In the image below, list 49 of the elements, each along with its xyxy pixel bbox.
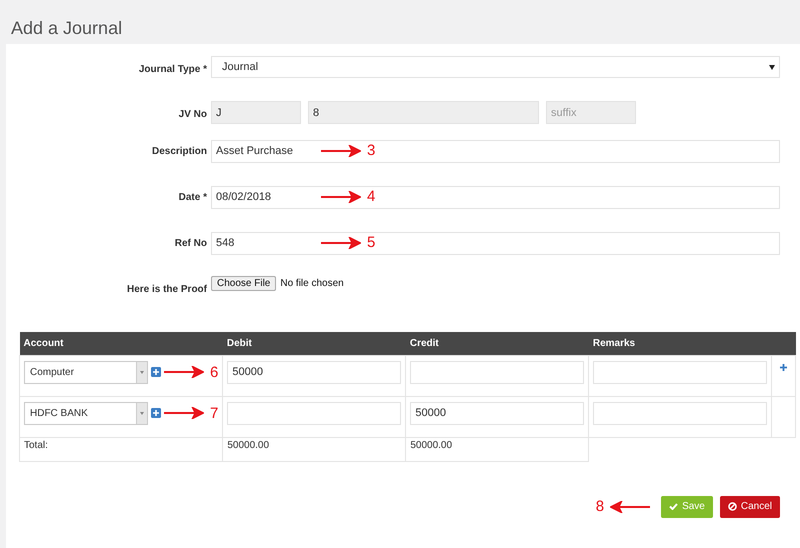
journal-type-select[interactable]: Journal <box>211 56 780 78</box>
jv-number-field[interactable]: suffix <box>546 101 636 124</box>
annotation-number: 6 <box>210 364 218 380</box>
total-label: Total: <box>24 440 48 450</box>
field-label: Journal Type * <box>138 64 207 75</box>
field-label: Description <box>152 146 207 157</box>
column-header: Remarks <box>588 332 772 355</box>
jv-number-field[interactable]: 8 <box>308 101 539 124</box>
left-arrow-icon <box>610 500 650 512</box>
add-account-icon[interactable] <box>151 408 161 418</box>
column-header: Debit <box>222 332 406 355</box>
jv-number-field[interactable]: J <box>211 101 301 124</box>
total-debit: 50000.00 <box>227 440 270 450</box>
annotation-number: 3 <box>367 143 376 158</box>
right-arrow-icon <box>321 144 361 156</box>
account-select[interactable]: HDFC BANK <box>24 402 148 424</box>
annotation-number: 5 <box>367 235 376 250</box>
credit-field[interactable] <box>410 360 584 384</box>
page-title: Add a Journal <box>11 16 122 40</box>
remarks-field[interactable] <box>593 402 768 424</box>
column-header: Credit <box>406 332 589 355</box>
add-row-icon[interactable] <box>780 364 788 370</box>
total-credit: 50000.00 <box>410 440 452 450</box>
ban-icon <box>728 502 737 511</box>
credit-field[interactable]: 50000 <box>410 402 584 424</box>
right-arrow-icon <box>321 236 361 248</box>
choose-file-button[interactable]: Choose File <box>211 276 276 291</box>
annotation-number: 7 <box>210 406 218 420</box>
debit-field[interactable]: 50000 <box>227 360 402 384</box>
field-label: JV No <box>178 109 207 120</box>
cancel-button[interactable]: Cancel <box>720 496 780 518</box>
annotation-number: 4 <box>367 189 376 204</box>
right-arrow-icon <box>164 407 204 419</box>
field-label: Here is the Proof <box>126 284 207 295</box>
remarks-field[interactable] <box>593 360 768 384</box>
annotation-number: 8 <box>596 499 604 514</box>
check-icon <box>669 503 678 510</box>
right-arrow-icon <box>321 190 361 202</box>
column-header: Account <box>20 332 223 355</box>
caret-icon <box>140 370 144 374</box>
field-label: Date * <box>178 192 207 203</box>
field-label: Ref No <box>174 238 207 249</box>
account-select[interactable]: Computer <box>24 360 148 384</box>
file-status: No file chosen <box>280 277 344 291</box>
caret-icon <box>140 412 144 414</box>
add-account-icon[interactable] <box>151 367 161 377</box>
right-arrow-icon <box>164 366 204 378</box>
debit-field[interactable] <box>227 402 402 424</box>
caret-icon <box>769 64 775 70</box>
